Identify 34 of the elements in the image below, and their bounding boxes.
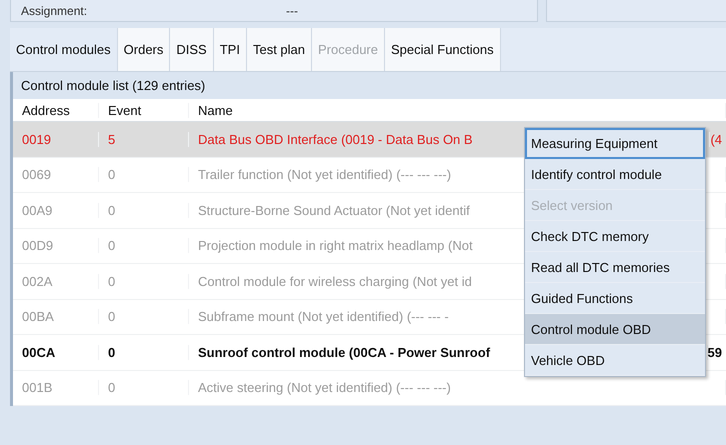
table-cell: 0 [99, 202, 189, 218]
table-cell: Active steering (Not yet identified) (--- --- ---) [189, 380, 726, 396]
menu-item[interactable]: Measuring Equipment [525, 128, 705, 159]
table-cell-text: (4 [710, 132, 723, 147]
table-cell: 0 [99, 380, 189, 396]
table-cell: 001B [13, 380, 99, 396]
table-cell: 0 [99, 274, 189, 289]
menu-item[interactable]: Check DTC memory [525, 221, 705, 252]
table-cell: 0 [99, 309, 189, 324]
assignment-value: --- [286, 4, 298, 18]
table-cell: 0 [99, 344, 189, 360]
column-header: Name [189, 102, 726, 118]
tab[interactable]: Test plan [246, 28, 312, 71]
tab[interactable]: Special Functions [385, 28, 501, 71]
table-cell-text: 59 [708, 344, 723, 360]
tab[interactable]: DISS [170, 28, 214, 71]
table-cell: 00CA [13, 344, 99, 360]
table-cell: 0069 [13, 167, 99, 182]
table-cell: 00BA [13, 309, 99, 324]
menu-item[interactable]: Read all DTC memories [525, 252, 705, 283]
table-cell: 00A9 [13, 202, 99, 218]
table-cell: 0019 [13, 132, 99, 147]
table-cell: 0 [99, 238, 189, 254]
column-header: Address [13, 102, 99, 118]
assignment-label: Assignment: [21, 4, 88, 18]
column-header: Event [99, 102, 189, 118]
table-cell: 0 [99, 167, 189, 182]
table-cell: 5 [99, 132, 189, 147]
menu-item[interactable]: Control module OBD [525, 314, 705, 345]
table-cell: 00D9 [13, 238, 99, 254]
tab[interactable]: Orders [118, 28, 170, 71]
tab[interactable]: TPI [214, 28, 247, 71]
table-cell: 002A [13, 274, 99, 289]
menu-item[interactable]: Identify control module [525, 159, 705, 190]
